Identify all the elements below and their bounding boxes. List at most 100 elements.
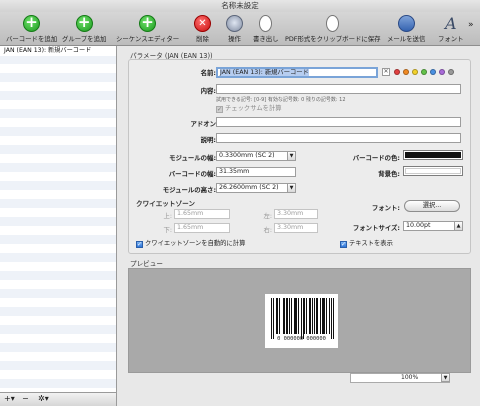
overflow-chevron-icon[interactable]: »: [468, 20, 474, 30]
font-size-field[interactable]: 10.00pt ▲: [403, 221, 463, 231]
font-size-label: フォントサイズ:: [352, 224, 400, 232]
barcode-bar: [271, 298, 272, 339]
barcode-bar: [320, 298, 321, 334]
delete-label: 削除: [196, 35, 209, 43]
barcode-bar: [329, 298, 330, 334]
color-dot-orange[interactable]: [403, 69, 409, 75]
description-field[interactable]: [216, 133, 461, 143]
add-barcode-label: バーコードを追加: [6, 35, 58, 43]
preview-section-title: プレビュー: [130, 260, 163, 268]
preview-canvas: 0 000000 000000: [128, 268, 471, 373]
qz-right-label: 右:: [263, 226, 272, 234]
qz-right-field[interactable]: 3.30mm: [274, 223, 318, 233]
color-dot-blue[interactable]: [430, 69, 436, 75]
show-text-checkbox[interactable]: ✓ テキストを表示: [340, 238, 393, 248]
barcode-bar: [314, 298, 315, 334]
add-group-button[interactable]: グループを追加: [62, 13, 106, 43]
module-height-field[interactable]: 26.2600mm (SC 2) ▼: [216, 183, 296, 193]
module-width-value: 0.3300mm (SC 2): [219, 152, 275, 159]
font-button[interactable]: A フォント: [438, 13, 464, 43]
barcode-width-field[interactable]: 31.35mm: [216, 167, 296, 177]
barcode-bar: [331, 298, 332, 339]
qz-left-field[interactable]: 3.30mm: [274, 209, 318, 219]
barcode-bar: [324, 298, 325, 334]
color-dot-red[interactable]: [394, 69, 400, 75]
document-icon: [259, 15, 273, 32]
add-menu-icon[interactable]: +▾: [4, 394, 15, 403]
actions-button[interactable]: 操作: [226, 13, 243, 43]
checksum-label: チェックサムを計算: [225, 105, 282, 112]
copy-pdf-button[interactable]: PDF形式をクリップボードに保存: [285, 13, 381, 43]
font-field-label: フォント:: [371, 204, 400, 212]
chevron-down-icon[interactable]: ▼: [441, 373, 450, 382]
barcode-bar: [317, 298, 318, 334]
addon-field[interactable]: [216, 117, 461, 127]
email-button[interactable]: メールを送信: [387, 13, 425, 43]
chevron-down-icon[interactable]: ▼: [287, 184, 295, 192]
module-width-label: モジュールの幅:: [169, 154, 216, 162]
zoom-select[interactable]: 100% ▼: [350, 373, 450, 383]
name-label: 名前:: [200, 69, 216, 77]
description-label: 説明:: [200, 136, 216, 144]
clear-label-icon[interactable]: ✕: [382, 68, 390, 76]
font-select-button[interactable]: 選択...: [404, 200, 460, 212]
barcode-bar: [284, 298, 285, 334]
delete-button[interactable]: 削除: [194, 13, 211, 43]
export-button[interactable]: 書き出し: [253, 13, 279, 43]
module-width-field[interactable]: 0.3300mm (SC 2) ▼: [216, 151, 296, 161]
background-color-fill: [405, 168, 461, 174]
font-icon: A: [445, 14, 457, 33]
sequence-editor-button[interactable]: シーケンスエディター: [116, 13, 179, 43]
clipboard-icon: [326, 15, 340, 32]
chevron-down-icon[interactable]: ▼: [287, 152, 295, 160]
background-color-swatch[interactable]: [403, 166, 463, 176]
auto-quiet-zone-checkbox[interactable]: ✓ クワイエットゾーンを自動的に計算: [136, 238, 245, 248]
barcode-bar: [273, 298, 274, 339]
delete-icon: [194, 15, 211, 32]
toolbar: バーコードを追加 グループを追加 シーケンスエディター 削除 操作 書き出し P…: [0, 12, 480, 46]
qz-top-field[interactable]: 1.65mm: [174, 209, 230, 219]
action-menu-icon[interactable]: ✲▾: [38, 394, 49, 403]
add-icon: [23, 13, 41, 32]
sidebar-footer: +▾ − ✲▾: [0, 392, 117, 406]
window-title: 名称未設定: [0, 0, 480, 12]
qz-top-label: 上:: [163, 212, 172, 220]
checksum-check-icon: ✓: [216, 106, 223, 113]
content-field[interactable]: [216, 84, 461, 94]
checksum-checkbox[interactable]: ✓ チェックサムを計算: [216, 103, 282, 113]
add-group-icon: [75, 13, 93, 32]
color-dot-yellow[interactable]: [412, 69, 418, 75]
barcode-color-swatch[interactable]: [403, 150, 463, 160]
barcode-bar: [333, 298, 334, 339]
quiet-zone-title: クワイエットゾーン: [136, 200, 195, 208]
color-dot-purple[interactable]: [439, 69, 445, 75]
barcode-bar: [289, 298, 290, 334]
addon-label: アドオン: [190, 120, 216, 128]
color-dot-gray[interactable]: [448, 69, 454, 75]
qz-bottom-field[interactable]: 1.65mm: [174, 223, 230, 233]
add-group-label: グループを追加: [62, 35, 107, 43]
content-label: 内容:: [200, 87, 216, 95]
actions-label: 操作: [228, 35, 241, 43]
list-item[interactable]: JAN (EAN 13): 新規バーコード: [0, 46, 116, 56]
color-dot-green[interactable]: [421, 69, 427, 75]
name-field[interactable]: JAN (EAN 13): 新規バーコード: [216, 67, 378, 78]
add-barcode-button[interactable]: バーコードを追加: [6, 13, 57, 43]
mail-icon: [397, 15, 415, 32]
barcode-list: JAN (EAN 13): 新規バーコード: [0, 46, 117, 392]
export-label: 書き出し: [253, 35, 279, 43]
barcode-bar: [298, 298, 299, 334]
barcode-bar: [312, 298, 313, 334]
background-color-label: 背景色:: [378, 170, 400, 178]
qz-bottom-label: 下:: [163, 226, 172, 234]
barcode-color-fill: [405, 152, 461, 158]
barcode-bar: [310, 298, 311, 334]
sequence-icon: [139, 13, 157, 32]
name-value: JAN (EAN 13): 新規バーコード: [220, 69, 309, 76]
chevron-down-icon[interactable]: ▲: [454, 222, 462, 230]
barcode-bar: [296, 298, 297, 334]
font-size-value: 10.00pt: [406, 222, 431, 229]
barcode-bar: [287, 298, 288, 334]
auto-quiet-zone-label: クワイエットゾーンを自動的に計算: [145, 240, 246, 247]
remove-icon[interactable]: −: [22, 394, 29, 403]
